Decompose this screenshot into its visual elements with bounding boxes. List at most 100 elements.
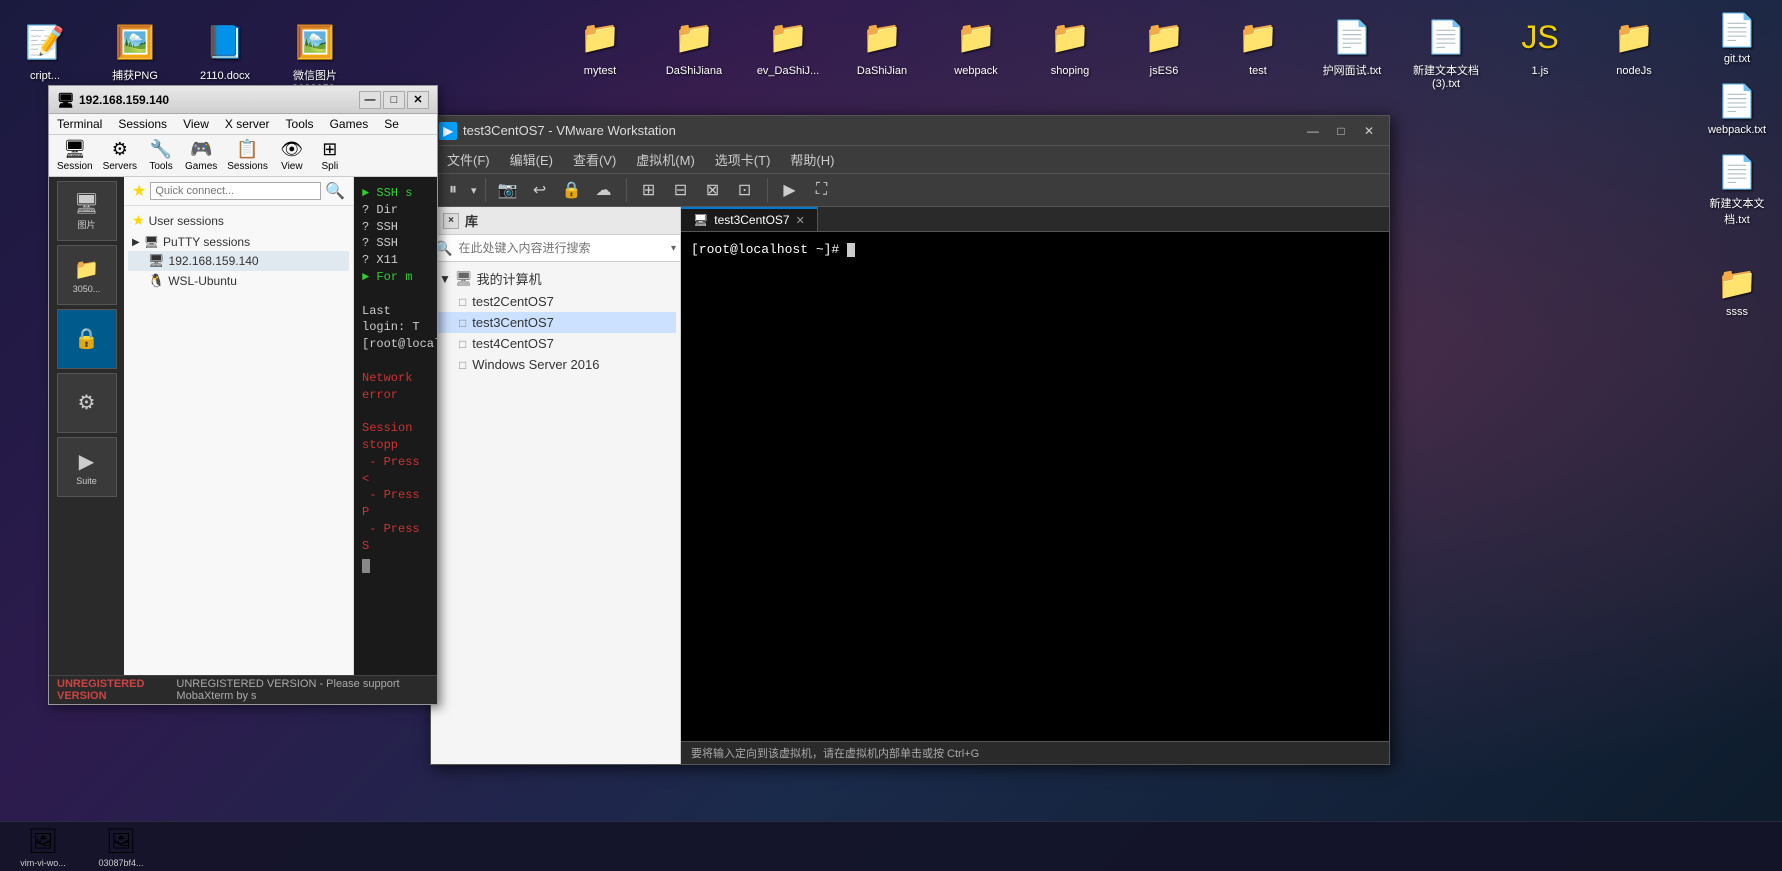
vmware-close-button[interactable]: ✕ bbox=[1357, 121, 1381, 141]
search-dropdown-icon[interactable]: ▾ bbox=[671, 243, 676, 254]
vmware-menu-view[interactable]: 查看(V) bbox=[565, 148, 624, 171]
toolbar-session[interactable]: 🖥 Session bbox=[53, 137, 97, 174]
toolbar-stretch-button[interactable]: ⊡ bbox=[731, 176, 759, 204]
vmware-menu-edit[interactable]: 编辑(E) bbox=[502, 148, 561, 171]
toolbar-min-button[interactable]: ⊟ bbox=[667, 176, 695, 204]
tools-icon: 🔧 bbox=[150, 139, 172, 160]
toolbar-pause-dropdown[interactable]: ▾ bbox=[471, 184, 477, 197]
vmware-menu-help[interactable]: 帮助(H) bbox=[782, 148, 842, 171]
desktop-icon-dashijian[interactable]: 📁 DaShiJian bbox=[837, 5, 927, 99]
sidebar-item-192[interactable]: 🖥 192.168.159.140 bbox=[128, 251, 349, 271]
quick-connect-input[interactable] bbox=[150, 182, 321, 200]
toolbar-lock-button[interactable]: 🔒 bbox=[558, 176, 586, 204]
toolbar-tools[interactable]: 🔧 Tools bbox=[143, 137, 179, 174]
tab-close-button[interactable]: ✕ bbox=[796, 214, 805, 227]
toolbar-library-button[interactable]: ⊞ bbox=[635, 176, 663, 204]
desktop-icon-git[interactable]: 📄 git.txt bbox=[1697, 5, 1777, 71]
toolbar-revert-button[interactable]: ↩ bbox=[526, 176, 554, 204]
menu-sessions[interactable]: Sessions bbox=[114, 116, 171, 132]
toolbar-view[interactable]: 👁 View bbox=[274, 137, 310, 174]
tree-item-test4centos7[interactable]: □ test4CentOS7 bbox=[435, 333, 676, 354]
mytest-icon: 📁 bbox=[576, 13, 624, 61]
toolbar-cloud-button[interactable]: ☁ bbox=[590, 176, 618, 204]
maximize-button[interactable]: □ bbox=[383, 91, 405, 109]
tree-item-winserver2016[interactable]: □ Windows Server 2016 bbox=[435, 354, 676, 375]
desktop-icon-shoping[interactable]: 📁 shoping bbox=[1025, 5, 1115, 99]
menu-terminal[interactable]: Terminal bbox=[53, 116, 106, 132]
taskbar-item-vim[interactable]: 🖼 vim-vi-wo... bbox=[8, 822, 78, 871]
putty-sessions-header[interactable]: ▶ 🖥 PuTTY sessions bbox=[128, 233, 349, 251]
jses6-label: jsES6 bbox=[1150, 65, 1179, 78]
dashijiana-icon: 📁 bbox=[670, 13, 718, 61]
close-button[interactable]: ✕ bbox=[407, 91, 429, 109]
ssss-label: ssss bbox=[1726, 306, 1748, 318]
vmware-content: × 库 🔍 ▾ ▼ 🖥 我的计算机 □ bbox=[431, 207, 1389, 764]
menu-view[interactable]: View bbox=[179, 116, 213, 132]
vmware-minimize-button[interactable]: — bbox=[1301, 121, 1325, 141]
desktop-icon-new-txt[interactable]: 📄 新建文本文档.txt bbox=[1697, 147, 1777, 233]
toolbar-fit-button[interactable]: ⊠ bbox=[699, 176, 727, 204]
mobaxterm-terminal[interactable]: ► SSH s ? Dir ? SSH ? SSH ? X11 ► For m … bbox=[354, 177, 437, 675]
tree-item-test2centos7[interactable]: □ test2CentOS7 bbox=[435, 291, 676, 312]
toolbar-servers[interactable]: ⚙ Servers bbox=[99, 137, 141, 174]
toolbar-games[interactable]: 🎮 Games bbox=[181, 137, 221, 174]
games-icon: 🎮 bbox=[190, 139, 212, 160]
terminal-prompt: [root@localhost ~]# bbox=[691, 242, 839, 257]
session-label: Session bbox=[57, 161, 93, 172]
left-panel-sftp-btn[interactable]: 📁 3050... bbox=[57, 245, 117, 305]
tree-item-test3centos7[interactable]: □ test3CentOS7 bbox=[435, 312, 676, 333]
tree-root-mycomputer[interactable]: ▼ 🖥 我的计算机 bbox=[435, 266, 676, 291]
desktop-icon-webpack-txt[interactable]: 📄 webpack.txt bbox=[1697, 76, 1777, 142]
desktop-icon-ssss[interactable]: 📁 ssss bbox=[1697, 258, 1777, 324]
mobaxterm-icon: 🖥 bbox=[57, 92, 73, 108]
desktop-icon-xinjian[interactable]: 📄 新建文本文档(3).txt bbox=[1401, 5, 1491, 99]
desktop-icon-webpack[interactable]: 📁 webpack bbox=[931, 5, 1021, 99]
toolbar-pause-button[interactable]: ⏸ bbox=[439, 176, 467, 204]
desktop-icon-jses6[interactable]: 📁 jsES6 bbox=[1119, 5, 1209, 99]
menu-xserver[interactable]: X server bbox=[221, 116, 274, 132]
terminal-line-9: [root@localho bbox=[362, 336, 429, 353]
terminal-line-2: ? Dir bbox=[362, 202, 429, 219]
left-panel-session-btn[interactable]: 🖥 图片 bbox=[57, 181, 117, 241]
left-panel-macro-btn[interactable]: ⚙ bbox=[57, 373, 117, 433]
taskbar-item-03087[interactable]: 🖼 03087bf4... bbox=[86, 822, 156, 871]
vmware-tab-test3[interactable]: 🖥 test3CentOS7 ✕ bbox=[681, 207, 818, 231]
desktop-icon-dashijiana[interactable]: 📁 DaShiJiana bbox=[649, 5, 739, 99]
desktop-icon-png[interactable]: 🖼️ 捕获PNG bbox=[90, 10, 180, 91]
toolbar-console-button[interactable]: ▶ bbox=[776, 176, 804, 204]
vmware-menu-tabs[interactable]: 选项卡(T) bbox=[707, 148, 779, 171]
library-close-button[interactable]: × bbox=[443, 213, 459, 229]
menu-games[interactable]: Games bbox=[326, 116, 373, 132]
toolbar-sessions2[interactable]: 📋 Sessions bbox=[223, 137, 272, 174]
menu-tools[interactable]: Tools bbox=[282, 116, 318, 132]
desktop-icon-mytest[interactable]: 📁 mytest bbox=[555, 5, 645, 99]
menu-se[interactable]: Se bbox=[380, 116, 403, 132]
1js-label: 1.js bbox=[1531, 65, 1548, 78]
desktop-icon-docx[interactable]: 📘 2110.docx bbox=[180, 10, 270, 91]
vmware-terminal[interactable]: [root@localhost ~]# bbox=[681, 232, 1389, 741]
left-panel-active-btn[interactable]: 🔒 bbox=[57, 309, 117, 369]
toolbar-snapshot-button[interactable]: 📷 bbox=[494, 176, 522, 204]
left-panel-suite-btn[interactable]: ▶ Suite bbox=[57, 437, 117, 497]
ev-dashi-icon: 📁 bbox=[764, 13, 812, 61]
desktop-icon-huwang[interactable]: 📄 护网面试.txt bbox=[1307, 5, 1397, 99]
vmware-icon: ▶ bbox=[439, 122, 457, 140]
vmware-menu-file[interactable]: 文件(F) bbox=[439, 148, 498, 171]
toolbar-unity-button[interactable]: ⛶ bbox=[808, 176, 836, 204]
terminal-line-6: ► For m bbox=[362, 269, 429, 286]
vmware-toolbar: ⏸ ▾ 📷 ↩ 🔒 ☁ ⊞ ⊟ ⊠ ⊡ ▶ ⛶ bbox=[431, 174, 1389, 207]
sidebar-item-wsl[interactable]: 🐧 WSL-Ubuntu bbox=[128, 271, 349, 291]
library-search-input[interactable] bbox=[456, 239, 671, 257]
minimize-button[interactable]: — bbox=[359, 91, 381, 109]
desktop-icon-test[interactable]: 📁 test bbox=[1213, 5, 1303, 99]
desktop-icon-cript[interactable]: 📝 cript... bbox=[0, 10, 90, 91]
vmware-menu-vm[interactable]: 虚拟机(M) bbox=[628, 148, 703, 171]
desktop-icon-ev-dashi[interactable]: 📁 ev_DaShiJ... bbox=[743, 5, 833, 99]
toolbar-split[interactable]: ⊞ Spli bbox=[312, 137, 348, 174]
user-sessions-header[interactable]: ★ User sessions bbox=[128, 210, 349, 231]
vmware-maximize-button[interactable]: □ bbox=[1329, 121, 1353, 141]
desktop-icon-nodejs[interactable]: 📁 nodeJs bbox=[1589, 5, 1679, 99]
desktop-icon-1js[interactable]: JS 1.js bbox=[1495, 5, 1585, 99]
macro-panel-icon: ⚙ bbox=[78, 390, 96, 415]
taskbar-03087-label: 03087bf4... bbox=[98, 858, 143, 868]
